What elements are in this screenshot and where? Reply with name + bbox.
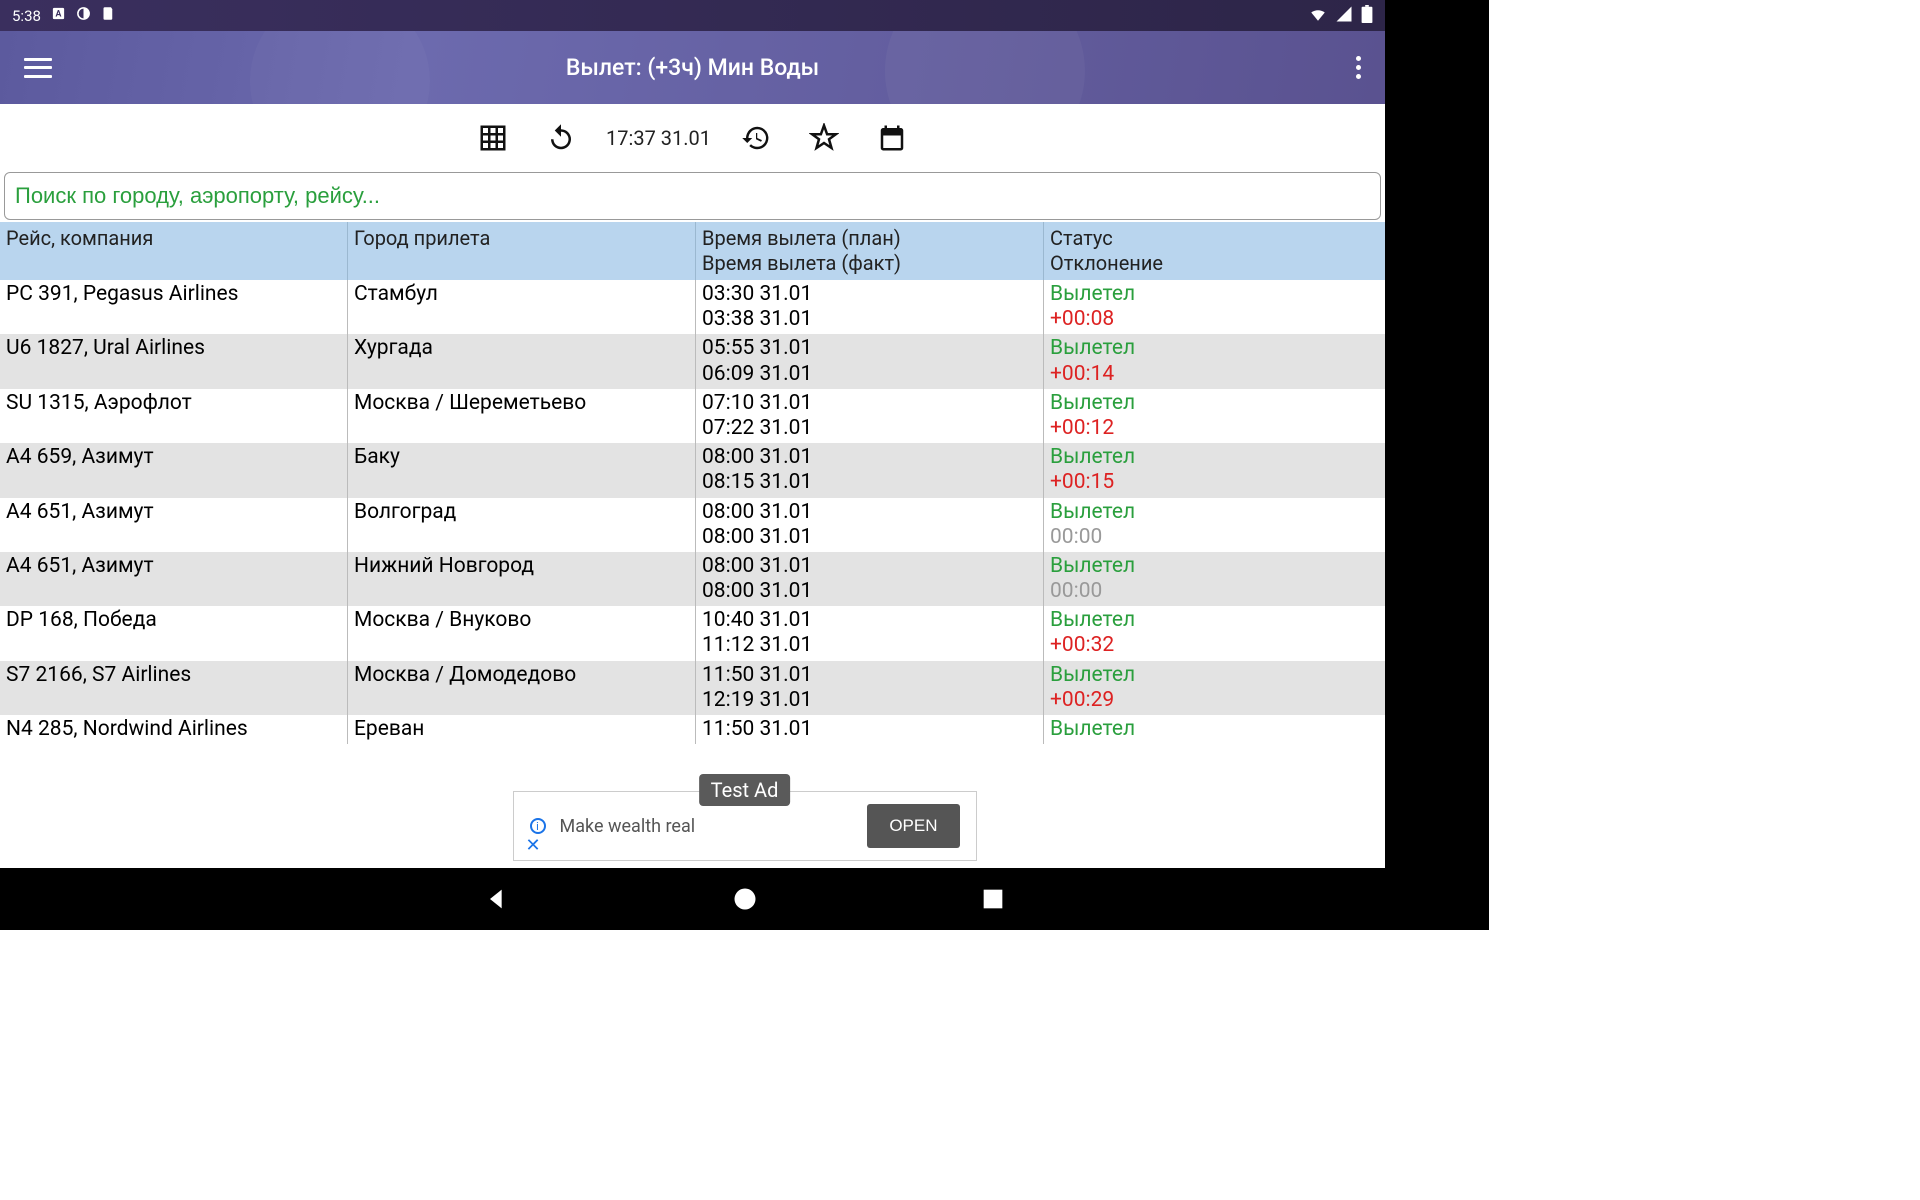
cell-dest: Баку <box>348 443 696 497</box>
cell-status: Вылетел+00:32 <box>1044 606 1385 660</box>
cell-status: Вылетел+00:08 <box>1044 280 1385 334</box>
ad-info-icon[interactable]: i <box>530 818 546 834</box>
letterbox-right <box>1385 0 1489 930</box>
table-row[interactable]: SU 1315, АэрофлотМосква / Шереметьево07:… <box>0 389 1385 443</box>
status-time: 5:38 <box>12 7 41 25</box>
page-title: Вылет: (+3ч) Мин Воды <box>566 54 819 81</box>
history-icon[interactable] <box>741 123 771 153</box>
cell-status: Вылетел00:00 <box>1044 552 1385 606</box>
cell-status: Вылетел+00:12 <box>1044 389 1385 443</box>
cell-status: Вылетел+00:15 <box>1044 443 1385 497</box>
flight-table-body[interactable]: PC 391, Pegasus AirlinesСтамбул03:30 31.… <box>0 280 1385 744</box>
table-row[interactable]: DP 168, ПобедаМосква / Внуково10:40 31.0… <box>0 606 1385 660</box>
table-row[interactable]: N4 285, Nordwind AirlinesЕреван11:50 31.… <box>0 715 1385 744</box>
cell-flight: U6 1827, Ural Airlines <box>0 334 348 388</box>
cell-flight: A4 651, Азимут <box>0 498 348 552</box>
header-dest: Город прилета <box>348 222 696 280</box>
cell-dest: Москва / Шереметьево <box>348 389 696 443</box>
header-flight: Рейс, компания <box>0 222 348 280</box>
cell-status: Вылетел+00:29 <box>1044 661 1385 715</box>
cell-dest: Нижний Новгород <box>348 552 696 606</box>
cell-time: 05:55 31.0106:09 31.01 <box>696 334 1044 388</box>
nav-recent-icon[interactable] <box>979 885 1007 913</box>
search-container <box>4 172 1381 220</box>
cell-flight: PC 391, Pegasus Airlines <box>0 280 348 334</box>
header-time: Время вылета (план)Время вылета (факт) <box>696 222 1044 280</box>
table-row[interactable]: PC 391, Pegasus AirlinesСтамбул03:30 31.… <box>0 280 1385 334</box>
status-icon-sd <box>101 6 116 25</box>
toolbar-datetime: 17:37 31.01 <box>606 126 711 150</box>
wifi-icon <box>1309 5 1327 27</box>
table-row[interactable]: A4 651, АзимутВолгоград08:00 31.0108:00 … <box>0 498 1385 552</box>
cell-flight: N4 285, Nordwind Airlines <box>0 715 348 744</box>
grid-icon[interactable] <box>478 123 508 153</box>
cell-time: 03:30 31.0103:38 31.01 <box>696 280 1044 334</box>
table-row[interactable]: A4 659, АзимутБаку08:00 31.0108:15 31.01… <box>0 443 1385 497</box>
refresh-icon[interactable] <box>546 123 576 153</box>
cell-dest: Ереван <box>348 715 696 744</box>
cell-time: 08:00 31.0108:15 31.01 <box>696 443 1044 497</box>
search-input[interactable] <box>15 183 1370 209</box>
cell-status: Вылетел00:00 <box>1044 498 1385 552</box>
table-header: Рейс, компания Город прилета Время вылет… <box>0 222 1385 280</box>
ad-banner: Test Ad i ✕ Make wealth real OPEN <box>513 791 977 861</box>
svg-text:A: A <box>55 10 61 20</box>
status-icon-circle <box>76 6 91 25</box>
cell-time: 08:00 31.0108:00 31.01 <box>696 552 1044 606</box>
table-row[interactable]: A4 651, АзимутНижний Новгород08:00 31.01… <box>0 552 1385 606</box>
cell-time: 11:50 31.0112:19 31.01 <box>696 661 1044 715</box>
app-bar: Вылет: (+3ч) Мин Воды <box>0 31 1385 104</box>
ad-text: Make wealth real <box>560 816 854 837</box>
android-status-bar: 5:38 A <box>0 0 1385 31</box>
cell-time: 07:10 31.0107:22 31.01 <box>696 389 1044 443</box>
star-icon[interactable] <box>809 123 839 153</box>
overflow-menu-icon[interactable] <box>1356 56 1361 79</box>
cell-time: 08:00 31.0108:00 31.01 <box>696 498 1044 552</box>
nav-back-icon[interactable] <box>483 885 511 913</box>
header-status: СтатусОтклонение <box>1044 222 1385 280</box>
battery-icon <box>1361 5 1373 27</box>
cell-flight: S7 2166, S7 Airlines <box>0 661 348 715</box>
cell-time: 11:50 31.01 <box>696 715 1044 744</box>
cell-status: Вылетел <box>1044 715 1385 744</box>
cell-dest: Москва / Домодедово <box>348 661 696 715</box>
ad-open-button[interactable]: OPEN <box>867 804 959 848</box>
cell-flight: A4 651, Азимут <box>0 552 348 606</box>
android-nav-bar <box>0 868 1489 930</box>
cell-flight: A4 659, Азимут <box>0 443 348 497</box>
ad-close-icon[interactable]: ✕ <box>526 835 541 856</box>
table-row[interactable]: S7 2166, S7 AirlinesМосква / Домодедово1… <box>0 661 1385 715</box>
signal-icon <box>1335 5 1353 27</box>
toolbar: 17:37 31.01 <box>0 104 1385 172</box>
table-row[interactable]: U6 1827, Ural AirlinesХургада05:55 31.01… <box>0 334 1385 388</box>
hamburger-menu-icon[interactable] <box>24 58 52 78</box>
cell-flight: SU 1315, Аэрофлот <box>0 389 348 443</box>
status-icon-a: A <box>51 6 66 25</box>
nav-home-icon[interactable] <box>731 885 759 913</box>
cell-dest: Москва / Внуково <box>348 606 696 660</box>
cell-dest: Хургада <box>348 334 696 388</box>
cell-dest: Волгоград <box>348 498 696 552</box>
cell-dest: Стамбул <box>348 280 696 334</box>
calendar-icon[interactable] <box>877 123 907 153</box>
ad-badge: Test Ad <box>699 774 791 806</box>
cell-flight: DP 168, Победа <box>0 606 348 660</box>
cell-status: Вылетел+00:14 <box>1044 334 1385 388</box>
cell-time: 10:40 31.0111:12 31.01 <box>696 606 1044 660</box>
